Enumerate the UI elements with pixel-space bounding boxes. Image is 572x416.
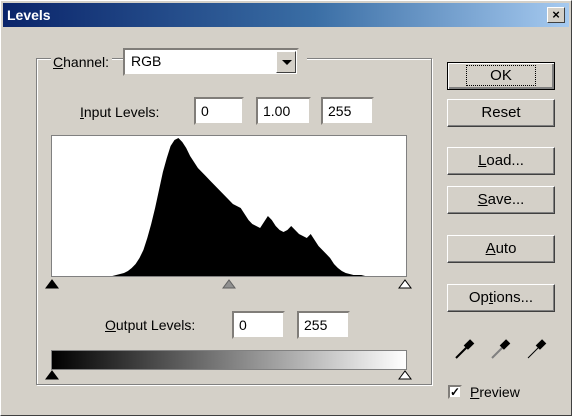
input-black-field[interactable]: 0 [194, 97, 244, 125]
preview-label[interactable]: Preview [470, 384, 520, 400]
chevron-down-icon[interactable] [276, 51, 296, 73]
input-black-slider[interactable] [45, 279, 59, 289]
options-button[interactable]: Options... [447, 284, 555, 312]
input-white-slider[interactable] [398, 279, 412, 289]
reset-button[interactable]: Reset [447, 99, 555, 127]
input-white-field[interactable]: 255 [321, 97, 374, 125]
output-levels-label: Output Levels: [105, 317, 196, 333]
black-eyedropper-icon[interactable] [453, 337, 477, 361]
white-eyedropper-icon[interactable] [525, 337, 549, 361]
output-black-slider[interactable] [45, 370, 59, 380]
histogram-area [52, 138, 406, 276]
output-gradient-bar [51, 350, 407, 370]
window-title: Levels [7, 7, 51, 23]
output-black-field[interactable]: 0 [232, 311, 285, 339]
ok-button[interactable]: OK [447, 62, 555, 90]
load-button[interactable]: Load... [447, 147, 555, 175]
histogram [51, 135, 407, 277]
close-icon: × [552, 7, 560, 22]
channel-select[interactable]: RGB [123, 48, 299, 76]
check-icon: ✓ [450, 385, 461, 399]
gray-eyedropper-icon[interactable] [489, 337, 513, 361]
input-gamma-slider[interactable] [222, 279, 236, 289]
output-white-slider[interactable] [398, 370, 412, 380]
histogram-plot [52, 138, 406, 276]
preview-checkbox[interactable]: ✓ [448, 385, 462, 399]
input-gamma-field[interactable]: 1.00 [256, 97, 311, 125]
channel-label: Channel: [51, 54, 113, 70]
title-bar[interactable]: Levels × [3, 3, 569, 27]
input-levels-label: Input Levels: [80, 104, 160, 120]
groupbox-gap [299, 57, 307, 60]
save-button[interactable]: Save... [447, 186, 555, 214]
output-white-field[interactable]: 255 [297, 311, 350, 339]
channel-value: RGB [131, 53, 162, 69]
auto-button[interactable]: Auto [447, 235, 555, 263]
levels-dialog: Levels × Channel: RGB Input Levels: 0 1.… [0, 0, 572, 416]
close-button[interactable]: × [547, 7, 565, 23]
